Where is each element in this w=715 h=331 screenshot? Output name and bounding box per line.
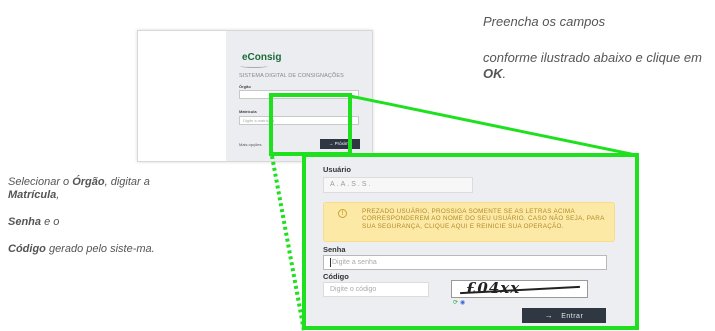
refresh-captcha-icon[interactable]: ⟳ — [453, 299, 458, 306]
password-input[interactable]: Digite a senha — [323, 255, 607, 270]
audio-captcha-icon[interactable]: ◉ — [460, 299, 465, 306]
usuario-label: Usuário — [323, 165, 351, 174]
connector-dotted-left — [270, 155, 306, 331]
enter-button[interactable]: → Entrar — [522, 308, 606, 323]
senha-label: Senha — [323, 245, 346, 254]
zoomed-login-form: Usuário A.A.S.S. ! PREZADO USUÁRIO, PROS… — [302, 153, 639, 330]
warning-text[interactable]: PREZADO USUÁRIO, PROSSIGA SOMENTE SE AS … — [362, 208, 607, 230]
captcha-text: £04xx — [466, 279, 521, 297]
password-placeholder: Digite a senha — [332, 259, 377, 266]
captcha-image: £04xx — [451, 279, 588, 298]
warning-box: ! PREZADO USUÁRIO, PROSSIGA SOMENTE SE A… — [323, 202, 615, 242]
arrow-right-icon: → — [544, 311, 554, 320]
text-caret — [330, 257, 331, 267]
codigo-label: Código — [323, 272, 349, 281]
info-icon: ! — [338, 209, 347, 218]
enter-button-label: Entrar — [561, 313, 584, 320]
usuario-display: A.A.S.S. — [323, 177, 473, 193]
connector-top — [349, 94, 637, 157]
captcha-code-input[interactable]: Digite o código — [323, 282, 429, 297]
